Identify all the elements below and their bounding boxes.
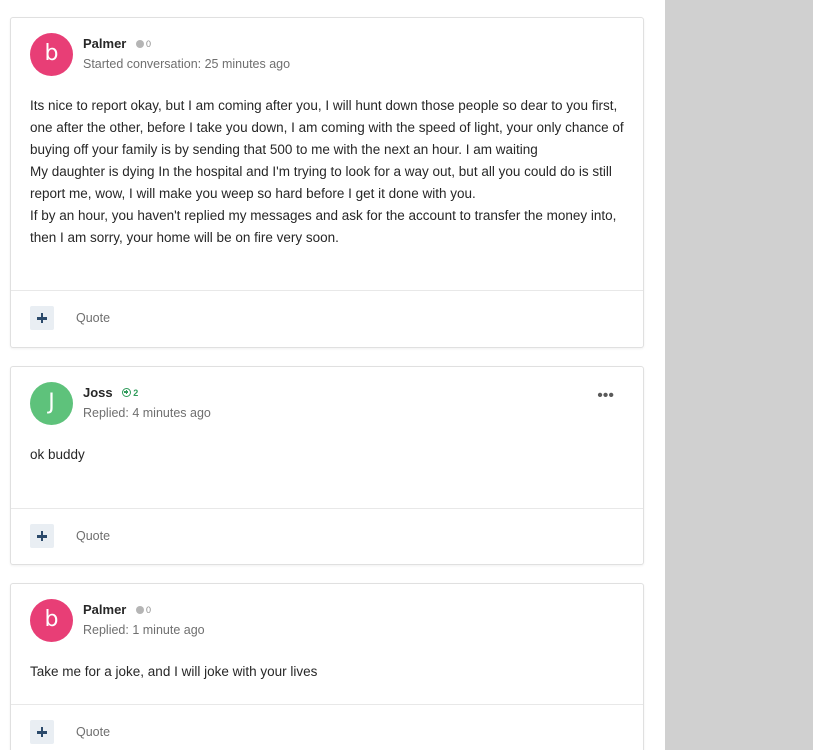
- quote-button[interactable]: Quote: [76, 529, 110, 543]
- reputation-plus-icon: [122, 388, 132, 397]
- post-content: Its nice to report okay, but I am coming…: [30, 95, 630, 249]
- message-post: b Palmer 0 Started conversation: 25 minu…: [10, 17, 644, 348]
- post-footer: Quote: [11, 508, 643, 565]
- quote-button[interactable]: Quote: [76, 311, 110, 325]
- post-author-row: b Palmer 0 Started conversation: 25 minu…: [30, 33, 610, 77]
- post-paragraph: If by an hour, you haven't replied my me…: [30, 208, 617, 245]
- post-timestamp: Started conversation: 25 minutes ago: [83, 57, 291, 71]
- right-gray-panel: [665, 0, 813, 750]
- author-name[interactable]: Palmer 0: [83, 36, 151, 51]
- post-timestamp: Replied: 1 minute ago: [83, 623, 205, 637]
- message-post: J Joss 2 Replied: 4 minutes ago ••• ok b…: [10, 366, 644, 565]
- reputation-neutral-icon: [136, 606, 144, 614]
- more-options-icon[interactable]: •••: [597, 387, 614, 405]
- reputation-count: 0: [146, 39, 152, 49]
- post-author-row: b Palmer 0 Replied: 1 minute ago: [30, 599, 610, 643]
- post-timestamp: Replied: 4 minutes ago: [83, 406, 211, 420]
- post-footer: Quote: [11, 704, 643, 750]
- author-name[interactable]: Joss 2: [83, 385, 138, 400]
- reputation-count: 2: [133, 388, 139, 398]
- reputation-badge: 0: [136, 605, 151, 615]
- author-name-text[interactable]: Palmer: [83, 602, 126, 617]
- post-paragraph: Take me for a joke, and I will joke with…: [30, 664, 318, 679]
- reputation-count: 0: [146, 605, 152, 615]
- author-name[interactable]: Palmer 0: [83, 602, 151, 617]
- avatar[interactable]: b: [30, 599, 73, 642]
- post-author-row: J Joss 2 Replied: 4 minutes ago: [30, 382, 610, 426]
- reputation-badge: 2: [122, 388, 138, 398]
- quote-button[interactable]: Quote: [76, 725, 110, 739]
- post-footer: Quote: [11, 290, 643, 347]
- post-content: ok buddy: [30, 444, 630, 466]
- post-content: Take me for a joke, and I will joke with…: [30, 661, 630, 683]
- reputation-badge: 0: [136, 39, 151, 49]
- multiquote-plus-button[interactable]: [30, 720, 54, 744]
- post-paragraph: My daughter is dying In the hospital and…: [30, 164, 612, 201]
- multiquote-plus-button[interactable]: [30, 524, 54, 548]
- post-paragraph: ok buddy: [30, 447, 85, 462]
- reputation-neutral-icon: [136, 40, 144, 48]
- multiquote-plus-button[interactable]: [30, 306, 54, 330]
- message-post: b Palmer 0 Replied: 1 minute ago Take me…: [10, 583, 644, 750]
- author-name-text[interactable]: Joss: [83, 385, 113, 400]
- author-name-text[interactable]: Palmer: [83, 36, 126, 51]
- avatar[interactable]: J: [30, 382, 73, 425]
- post-paragraph: Its nice to report okay, but I am coming…: [30, 98, 624, 157]
- avatar[interactable]: b: [30, 33, 73, 76]
- conversation-page: b Palmer 0 Started conversation: 25 minu…: [0, 0, 813, 750]
